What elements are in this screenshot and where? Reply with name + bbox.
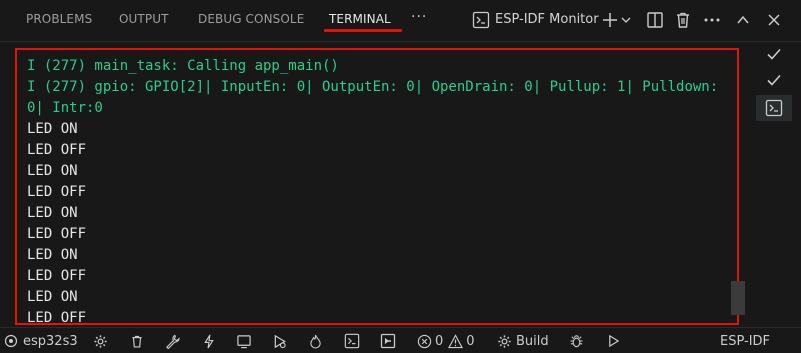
wrench-icon[interactable]	[165, 332, 180, 350]
terminal-line: LED ON	[27, 121, 78, 137]
full-clean-trash-icon[interactable]	[130, 332, 144, 350]
new-terminal-plus-icon[interactable]	[600, 9, 620, 31]
chip-icon	[4, 334, 18, 348]
error-count: 0	[435, 333, 444, 349]
tab-terminal[interactable]: TERMINAL	[329, 12, 391, 26]
terminal-line: LED OFF	[27, 184, 87, 200]
terminal-type-icon[interactable]	[471, 9, 491, 31]
panel-tab-bar: PROBLEMS OUTPUT DEBUG CONSOLE TERMINAL ·…	[0, 0, 801, 42]
check-icon	[767, 48, 781, 60]
flame-icon[interactable]	[309, 332, 322, 350]
monitor-display-icon[interactable]	[236, 332, 252, 350]
terminal-line: LED OFF	[27, 142, 87, 158]
status-bar: esp32s3 0 0 Build ESP-IDF	[0, 327, 801, 353]
maximize-panel-chevron-up-icon[interactable]	[733, 9, 753, 31]
terminal-scrollbar-thumb[interactable]	[731, 281, 745, 315]
split-terminal-icon[interactable]	[645, 9, 665, 31]
settings-gear-icon[interactable]	[93, 332, 108, 350]
debug-run-icon[interactable]	[272, 332, 288, 350]
debug-bug-icon[interactable]	[569, 332, 584, 350]
warning-icon	[448, 333, 464, 348]
build-label: Build	[516, 333, 549, 349]
terminal-icon[interactable]	[344, 332, 360, 350]
chip-selector[interactable]: esp32s3	[4, 332, 78, 350]
terminal-list-item-task-2[interactable]	[764, 70, 784, 90]
terminal-list-item-monitor[interactable]	[764, 98, 784, 118]
tab-problems[interactable]: PROBLEMS	[26, 12, 92, 26]
terminal-line: LED OFF	[27, 226, 87, 242]
tab-debug-console[interactable]: DEBUG CONSOLE	[198, 12, 304, 26]
terminal-line: LED OFF	[27, 310, 87, 325]
more-tabs-button[interactable]: ···	[411, 9, 427, 25]
chevron-down-icon[interactable]	[620, 9, 632, 31]
terminal-line: I (277) main_task: Calling app_main()	[27, 58, 339, 74]
error-icon	[417, 334, 432, 348]
esp-idf-label[interactable]: ESP-IDF	[720, 332, 770, 350]
terminal-line: I (277) gpio: GPIO[2]| InputEn: 0| Outpu…	[27, 79, 727, 116]
active-tab-underline	[324, 29, 402, 32]
terminal-selector-label[interactable]: ESP-IDF Monitor	[495, 12, 599, 27]
terminal-line: LED OFF	[27, 268, 87, 284]
more-actions-icon[interactable]	[702, 9, 722, 31]
terminal-lines: I (277) main_task: Calling app_main() I (…	[27, 56, 727, 325]
run-play-icon[interactable]	[607, 332, 620, 350]
trash-icon[interactable]	[673, 9, 693, 31]
problems-counter[interactable]: 0 0	[417, 332, 475, 350]
terminal-line: LED ON	[27, 205, 78, 221]
check-icon	[767, 74, 781, 86]
gear-icon	[498, 334, 511, 348]
terminal-output-area[interactable]: I (277) main_task: Calling app_main() I (…	[15, 48, 739, 325]
flash-lightning-icon[interactable]	[203, 332, 215, 350]
tab-output[interactable]: OUTPUT	[119, 12, 169, 26]
open-editor-icon[interactable]	[380, 332, 396, 350]
close-panel-icon[interactable]	[764, 9, 784, 31]
terminal-list-item-task-1[interactable]	[764, 44, 784, 64]
terminal-line: LED ON	[27, 247, 78, 263]
warning-count: 0	[466, 333, 475, 349]
build-button[interactable]: Build	[497, 332, 549, 350]
terminal-line: LED ON	[27, 289, 78, 305]
terminal-icon	[765, 99, 783, 117]
chip-label: esp32s3	[23, 333, 78, 349]
terminal-line: LED ON	[27, 163, 78, 179]
